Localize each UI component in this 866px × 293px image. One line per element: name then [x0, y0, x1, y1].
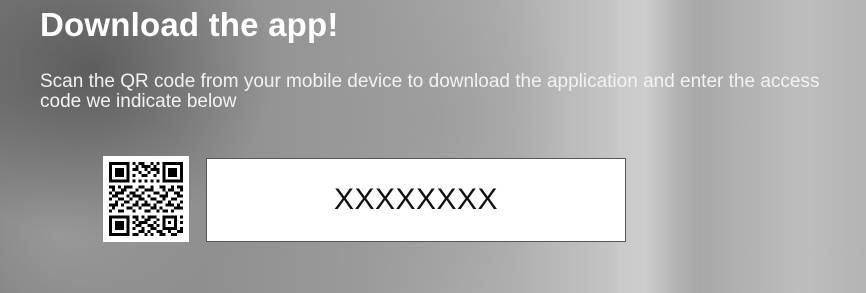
qr-code-graphic	[103, 156, 189, 242]
access-code-box: XXXXXXXX	[206, 158, 626, 242]
qr-code-icon	[103, 156, 189, 242]
access-code-text: XXXXXXXX	[333, 183, 499, 216]
page-title: Download the app!	[40, 6, 339, 43]
instructions-text: Scan the QR code from your mobile device…	[40, 71, 820, 112]
